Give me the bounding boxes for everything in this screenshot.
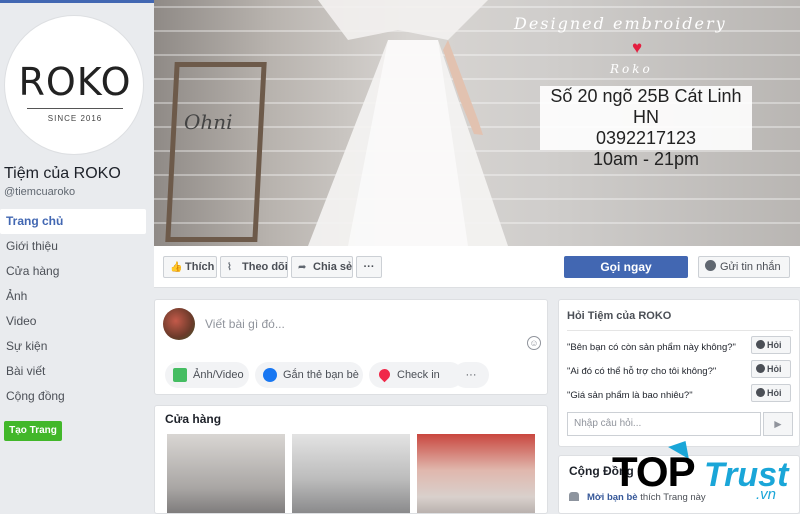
share-button[interactable]: ➦ Chia sẻ <box>291 256 353 278</box>
tag-friends-button[interactable]: Gắn thẻ bạn bè <box>255 362 363 388</box>
page-title[interactable]: Tiệm của ROKO <box>4 165 121 183</box>
toptrust-watermark: TOP Trust .vn <box>612 434 798 510</box>
nav-item-community[interactable]: Cộng đồng <box>0 384 146 409</box>
call-now-button[interactable]: Gọi ngay <box>564 256 688 278</box>
messenger-icon <box>756 340 765 349</box>
ask-button-label: Hỏi <box>767 364 782 374</box>
ask-button[interactable]: Hỏi <box>751 360 791 378</box>
suggested-question: "Giá sản phẩm là bao nhiêu?" <box>567 390 693 401</box>
send-icon[interactable]: ► <box>763 412 793 436</box>
heart-icon: ♥ <box>632 38 643 57</box>
watermark-vn: .vn <box>756 486 777 503</box>
tag-person-icon <box>263 368 277 382</box>
photo-video-label: Ảnh/Video <box>193 369 244 381</box>
product-thumbnail[interactable] <box>292 434 410 513</box>
logo-divider <box>27 108 123 109</box>
photo-video-button[interactable]: Ảnh/Video <box>165 362 249 388</box>
suggested-question: "Bên bạn có còn sản phẩm này không?" <box>567 342 736 353</box>
nav-item-videos[interactable]: Video <box>0 309 146 334</box>
page-nav: Trang chủ Giới thiệu Cửa hàng Ảnh Video … <box>0 209 146 409</box>
cover-address: Số 20 ngõ 25B Cát Linh HN <box>550 86 742 127</box>
photo-icon <box>173 368 187 382</box>
product-thumbnail[interactable] <box>167 434 285 513</box>
cover-photo[interactable]: Ohni Designed embroidery ♥ Roko Số 20 ng… <box>154 0 800 246</box>
cover-brand: Roko <box>610 62 653 76</box>
messenger-icon <box>756 364 765 373</box>
shop-section: Cửa hàng <box>154 405 548 514</box>
send-message-label: Gửi tin nhắn <box>720 261 781 273</box>
nav-item-about[interactable]: Giới thiệu <box>0 234 146 259</box>
follow-button[interactable]: ⌇ Theo dõi <box>220 256 288 278</box>
profile-picture[interactable]: ROKO SINCE 2016 <box>4 15 144 155</box>
nav-item-posts[interactable]: Bài viết <box>0 359 146 384</box>
cover-slogan: Designed embroidery <box>514 14 727 33</box>
product-thumbnail[interactable] <box>417 434 535 513</box>
post-composer: Viết bài gì đó... ☺ Ảnh/Video Gắn thẻ bạ… <box>154 299 548 395</box>
divider <box>567 330 793 331</box>
friends-icon <box>569 492 579 501</box>
ask-title: Hỏi Tiệm của ROKO <box>567 310 672 322</box>
location-pin-icon <box>376 366 393 383</box>
ask-page-box: Hỏi Tiệm của ROKO "Bên bạn có còn sản ph… <box>558 299 800 447</box>
suggested-question: "Ai đó có thể hỗ trợ cho tôi không?" <box>567 366 717 377</box>
avatar[interactable] <box>163 308 195 340</box>
share-label: Chia sẻ <box>313 261 353 273</box>
page-handle[interactable]: @tiemcuaroko <box>4 186 75 198</box>
more-options-button[interactable]: ··· <box>356 256 382 278</box>
messenger-icon <box>705 260 716 271</box>
tag-friends-label: Gắn thẻ bạn bè <box>283 369 359 381</box>
emoji-icon[interactable]: ☺ <box>527 336 541 350</box>
cover-contact-box: Số 20 ngõ 25B Cát Linh HN 0392217123 10a… <box>540 86 752 169</box>
composer-input[interactable]: Viết bài gì đó... <box>205 317 285 331</box>
ask-button[interactable]: Hỏi <box>751 336 791 354</box>
nav-item-shop[interactable]: Cửa hàng <box>0 259 146 284</box>
like-button[interactable]: 👍 Thích <box>163 256 217 278</box>
cover-phone: 0392217123 <box>595 128 697 148</box>
shop-title[interactable]: Cửa hàng <box>165 412 221 426</box>
cover-easel-sign <box>165 62 267 242</box>
follow-label: Theo dõi <box>242 261 288 273</box>
send-message-button[interactable]: Gửi tin nhắn <box>698 256 790 278</box>
like-label: Thích <box>185 261 215 273</box>
page-action-bar: 👍 Thích ⌇ Theo dõi ➦ Chia sẻ ··· Gọi ngay G… <box>154 246 800 288</box>
check-in-label: Check in <box>397 369 440 381</box>
cover-dress-figure <box>308 0 508 246</box>
nav-item-home[interactable]: Trang chủ <box>0 209 146 234</box>
ask-button[interactable]: Hỏi <box>751 384 791 402</box>
logo-since: SINCE 2016 <box>47 114 103 123</box>
nav-item-photos[interactable]: Ảnh <box>0 284 146 309</box>
logo-text: ROKO <box>18 60 132 104</box>
watermark-top: TOP <box>612 448 696 495</box>
question-input[interactable]: Nhập câu hỏi... <box>567 412 761 436</box>
composer-more-button[interactable]: ··· <box>453 362 489 388</box>
cover-sign-text: Ohni <box>184 110 233 134</box>
messenger-icon <box>756 388 765 397</box>
ask-button-label: Hỏi <box>767 340 782 350</box>
ask-button-label: Hỏi <box>767 388 782 398</box>
nav-item-events[interactable]: Sự kiện <box>0 334 146 359</box>
thumbs-up-icon: 👍 <box>170 262 183 273</box>
page-sidebar: ROKO SINCE 2016 Tiệm của ROKO @tiemcuaro… <box>0 3 150 514</box>
create-page-button[interactable]: Tạo Trang <box>4 421 62 441</box>
cover-hours: 10am - 21pm <box>592 149 700 169</box>
rss-icon: ⌇ <box>227 262 232 273</box>
check-in-button[interactable]: Check in <box>369 362 463 388</box>
share-arrow-icon: ➦ <box>298 262 307 273</box>
